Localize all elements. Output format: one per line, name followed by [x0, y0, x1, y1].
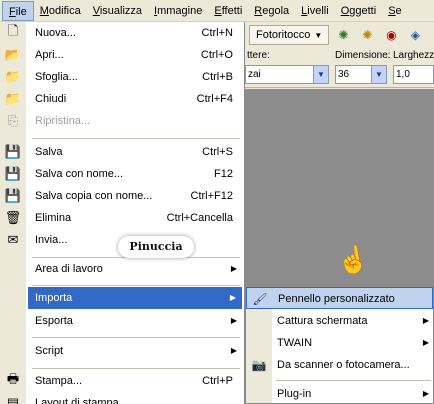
chevron-right-icon: ▶ — [422, 389, 429, 398]
submenu-item-pennello[interactable]: 🖌 Pennello personalizzato — [246, 287, 433, 309]
watermark-signature: Pinuccia — [118, 236, 194, 258]
camera-icon: 📷 — [251, 358, 267, 372]
chevron-down-icon[interactable]: ▼ — [371, 66, 386, 83]
menu-modifica[interactable]: Modifica — [34, 1, 87, 21]
preset-dropdown[interactable]: Fotoritocco ▼ — [249, 25, 330, 45]
clarify-icon[interactable]: ◈ — [405, 25, 425, 45]
size-select[interactable]: 36 ▼ — [335, 65, 387, 84]
submenu-item-twain[interactable]: TWAIN ▶ — [246, 332, 433, 354]
chevron-right-icon: ▶ — [230, 346, 237, 355]
auto-contrast-icon[interactable]: ✺ — [333, 25, 353, 45]
menu-item-salva[interactable]: 💾 Salva Ctrl+S — [0, 141, 243, 163]
print-layout-icon: ▤ — [6, 395, 20, 404]
menu-separator — [32, 138, 240, 139]
file-menu: 🗋 Nuova... Ctrl+N 📂 Apri... Ctrl+O 📁 Sfo… — [0, 22, 245, 404]
chevron-down-icon: ▼ — [314, 31, 323, 40]
menu-item-sfoglia[interactable]: 📁 Sfoglia... Ctrl+B — [0, 66, 243, 88]
menu-file[interactable]: File — [2, 0, 34, 21]
save-icon: 💾 — [4, 144, 22, 159]
chevron-right-icon: ▶ — [230, 316, 237, 325]
menu-immagine[interactable]: Immagine — [148, 1, 208, 21]
save-copy-icon: 💾 — [4, 188, 22, 203]
menu-item-salva-con-nome[interactable]: 💾 Salva con nome... F12 — [0, 163, 243, 185]
menu-item-stampa[interactable]: 🖶 Stampa... Ctrl+P — [0, 370, 243, 392]
menu-selezioni[interactable]: Se — [382, 1, 407, 21]
menu-separator — [276, 380, 431, 381]
menu-item-elimina[interactable]: 🗑 Elimina Ctrl+Cancella — [0, 207, 243, 229]
width-value: 1,0 — [396, 69, 410, 80]
menu-item-script[interactable]: Script ▶ — [0, 340, 243, 362]
submenu-item-plugin[interactable]: Plug-in ▶ — [246, 383, 433, 404]
menu-regola[interactable]: Regola — [248, 1, 295, 21]
new-document-icon: 🗋 — [7, 23, 19, 38]
width-field[interactable]: 1,0 — [393, 65, 434, 84]
chevron-right-icon: ▶ — [229, 293, 236, 302]
menu-item-salva-copia[interactable]: 💾 Salva copia con nome... Ctrl+F12 — [0, 185, 243, 207]
charset-value: zai — [248, 69, 261, 80]
size-label: Dimensione: — [335, 50, 391, 61]
size-value: 36 — [338, 69, 350, 80]
photo-toolbar: Fotoritocco ▼ ✺ ✺ ◉ ◈ — [245, 22, 434, 48]
menu-item-chiudi[interactable]: 📁 Chiudi Ctrl+F4 — [0, 88, 243, 110]
menu-item-importa[interactable]: Importa ▶ — [28, 287, 242, 309]
width-label: Larghezza — [393, 50, 434, 61]
menu-visualizza[interactable]: Visualizza — [87, 1, 148, 21]
menu-item-area-di-lavoro[interactable]: Area di lavoro ▶ — [0, 258, 243, 280]
red-eye-icon[interactable]: ◉ — [381, 25, 401, 45]
menu-item-esporta[interactable]: Esporta ▶ — [0, 310, 243, 332]
brush-icon: 🖌 — [252, 292, 268, 306]
revert-icon: ⎘ — [7, 113, 19, 128]
hand-pointer-icon: ☝ — [334, 242, 372, 278]
close-folder-icon: 📁 — [4, 91, 22, 106]
save-as-icon: 💾 — [4, 166, 22, 181]
chevron-right-icon: ▶ — [230, 264, 237, 273]
auto-color-icon[interactable]: ✺ — [357, 25, 377, 45]
menu-item-layout-di-stampa[interactable]: ▤ Layout di stampa... — [0, 392, 243, 404]
menu-separator — [32, 337, 240, 338]
menubar: File Modifica Visualizza Immagine Effett… — [0, 0, 434, 22]
charset-label: ttere: — [247, 50, 270, 61]
chevron-right-icon: ▶ — [422, 316, 429, 325]
menu-separator — [32, 368, 240, 369]
open-folder-icon: 📂 — [4, 47, 22, 62]
chevron-right-icon: ▶ — [422, 338, 429, 347]
menu-item-ripristina: ⎘ Ripristina... — [0, 110, 243, 132]
chevron-down-icon[interactable]: ▼ — [313, 66, 328, 83]
tool-options-bar: ttere: zai ▼ Dimensione: 36 ▼ Larghezza … — [245, 48, 434, 88]
menu-oggetti[interactable]: Oggetti — [335, 1, 382, 21]
menu-livelli[interactable]: Livelli — [295, 1, 335, 21]
submenu-item-scanner[interactable]: 📷 Da scanner o fotocamera... — [246, 354, 433, 376]
menu-item-nuova[interactable]: 🗋 Nuova... Ctrl+N — [0, 22, 243, 44]
send-icon: ✉ — [7, 232, 19, 247]
charset-select[interactable]: zai ▼ — [245, 65, 329, 84]
menu-effetti[interactable]: Effetti — [208, 1, 248, 21]
printer-icon: 🖶 — [6, 371, 20, 386]
import-submenu: 🖌 Pennello personalizzato Cattura scherm… — [245, 286, 434, 404]
trash-icon: 🗑 — [4, 210, 22, 225]
preset-dropdown-label: Fotoritocco — [256, 29, 311, 41]
menu-separator — [32, 285, 240, 286]
browse-folder-icon: 📁 — [4, 69, 22, 84]
submenu-item-cattura[interactable]: Cattura schermata ▶ — [246, 310, 433, 332]
menu-item-apri[interactable]: 📂 Apri... Ctrl+O — [0, 44, 243, 66]
